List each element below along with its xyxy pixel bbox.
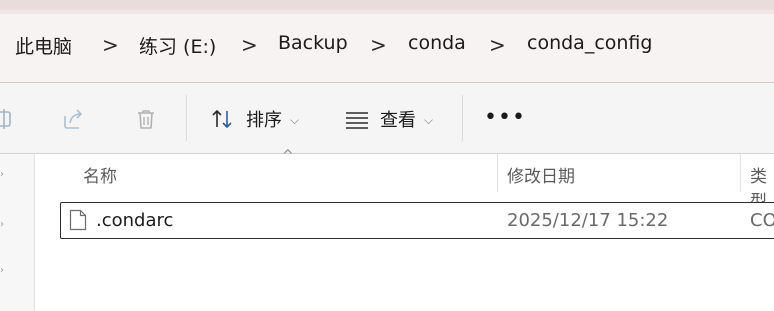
expand-arrow-icon[interactable]: › [0,170,5,180]
toolbar-divider [186,95,187,141]
breadcrumb-separator[interactable]: > [241,33,258,57]
command-bar: 排序 ⌵ 查看 ⌵ ••• [0,83,774,154]
rename-icon[interactable] [0,106,18,132]
sort-ascending-icon: ^ [282,148,294,164]
address-bar[interactable]: 此电脑 > 练习 (E:) > Backup > conda > conda_c… [0,14,774,83]
view-label: 查看 [380,110,416,131]
column-resize-handle[interactable] [740,154,741,192]
sort-label: 排序 [246,110,282,131]
breadcrumb-separator[interactable]: > [102,33,119,57]
expand-arrow-icon[interactable]: › [0,220,5,230]
breadcrumb-separator[interactable]: > [489,33,506,57]
view-button[interactable]: 查看 ⌵ [344,103,433,135]
chevron-down-icon: ⌵ [424,112,434,127]
breadcrumb-backup[interactable]: Backup [278,32,348,54]
file-name: .condarc [96,210,174,231]
view-lines-icon [346,112,368,129]
file-icon [69,209,87,231]
share-icon[interactable] [61,106,87,132]
column-header-name[interactable]: 名称 [83,162,117,187]
breadcrumb-separator[interactable]: > [370,33,387,57]
chevron-down-icon: ⌵ [290,112,300,127]
navigation-pane[interactable]: › › › [0,154,35,311]
file-list: ^ 名称 修改日期 类型 .condarc 2025/12/17 15:22 C… [35,148,774,311]
toolbar-divider [462,95,463,141]
sort-arrows-icon [212,110,232,128]
column-header-modified[interactable]: 修改日期 [507,162,575,187]
delete-icon[interactable] [133,106,159,132]
column-resize-handle[interactable] [497,154,498,192]
more-icon[interactable]: ••• [484,105,526,130]
breadcrumb-conda-config[interactable]: conda_config [527,32,652,54]
breadcrumb-drive-e[interactable]: 练习 (E:) [139,32,216,59]
expand-arrow-icon[interactable]: › [0,266,5,276]
window-top-strip [0,0,774,14]
breadcrumb-conda[interactable]: conda [408,32,466,54]
file-type: CO [750,210,774,231]
sort-button[interactable]: 排序 ⌵ [210,103,299,135]
file-modified-date: 2025/12/17 15:22 [507,210,669,231]
file-row-condarc[interactable]: .condarc 2025/12/17 15:22 CO [60,202,774,239]
breadcrumb-this-pc[interactable]: 此电脑 [15,32,72,59]
